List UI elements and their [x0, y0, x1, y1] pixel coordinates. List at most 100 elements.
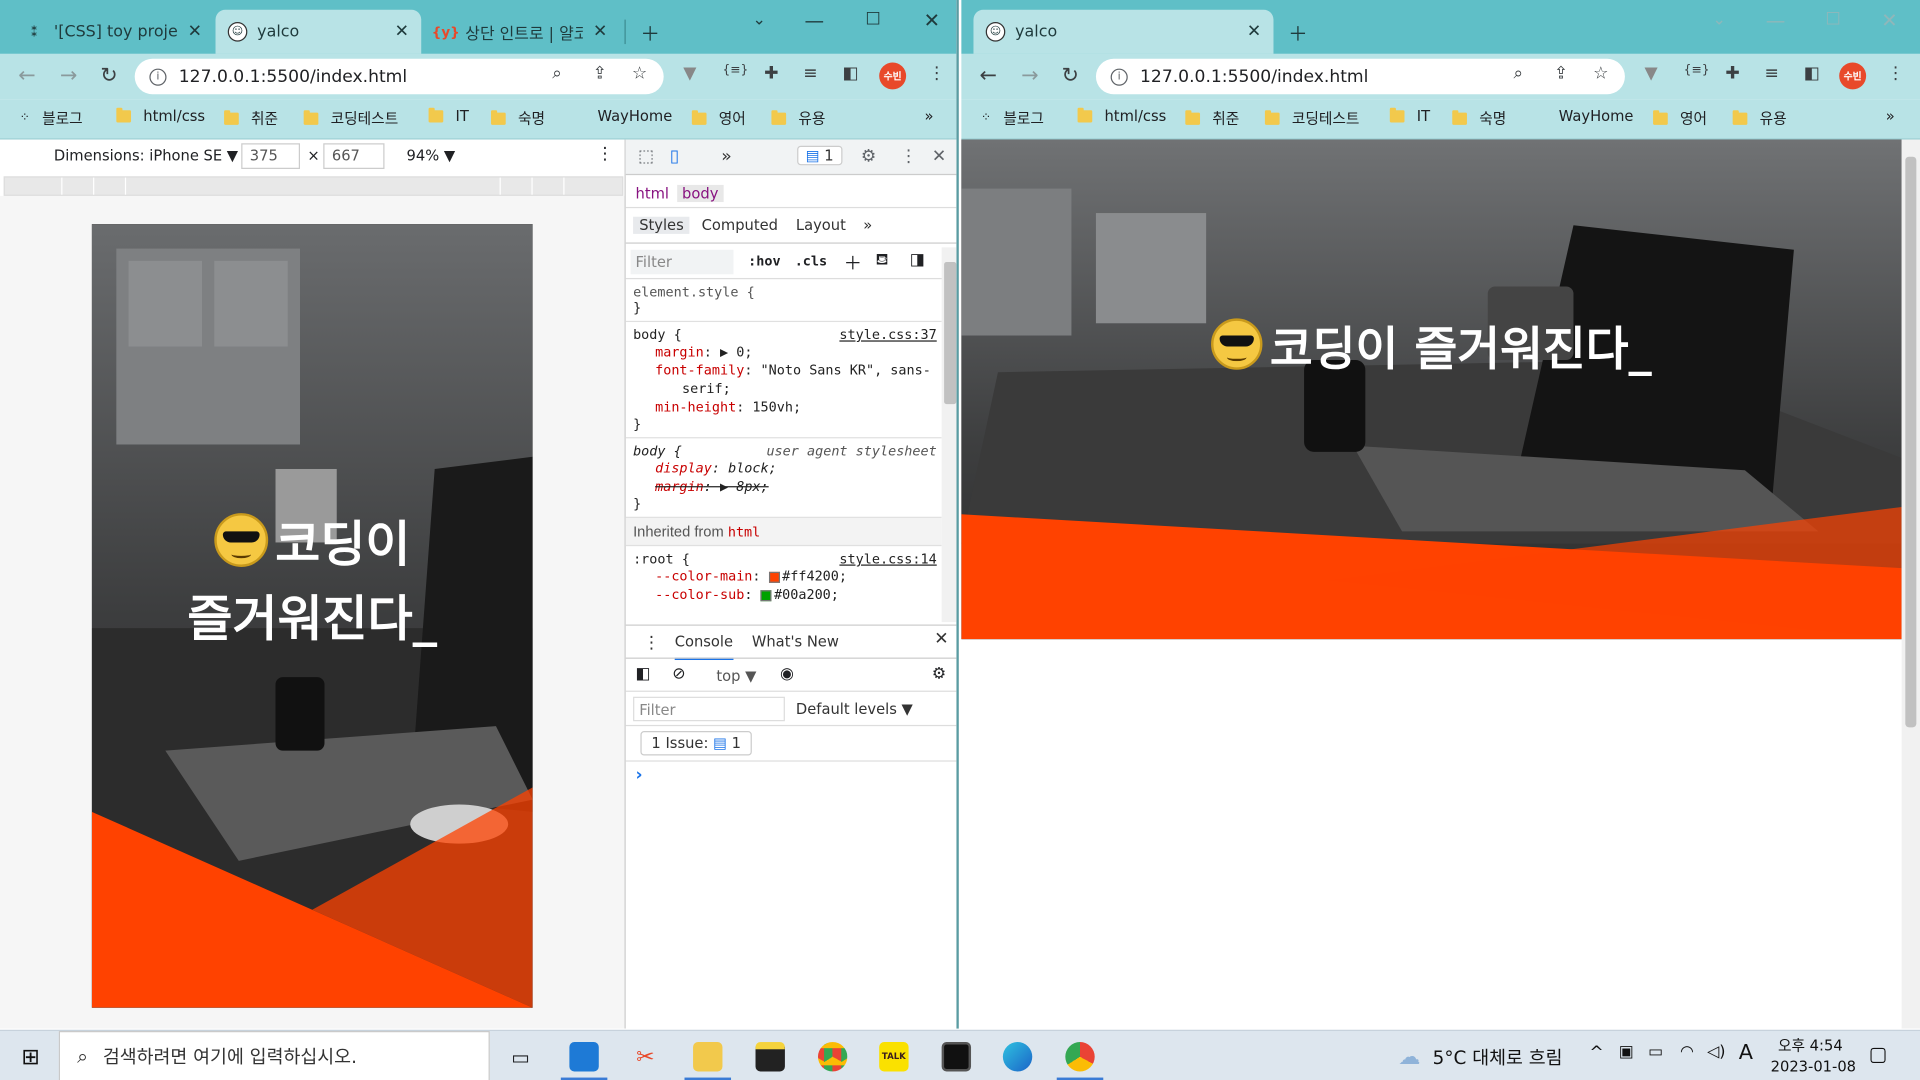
tab-css-toy-project[interactable]: ⁑ '[CSS] toy project ✕ [12, 10, 214, 54]
taskbar-search-box[interactable]: ⌕ 검색하려면 여기에 입력하십시오. [58, 1031, 490, 1080]
zoom-selector[interactable]: 94% ▼ [407, 147, 456, 164]
extension-json-icon[interactable]: {≡} [722, 64, 748, 77]
show-hidden-icons-icon[interactable]: ^ [1589, 1043, 1603, 1063]
tab-more[interactable]: » [863, 217, 872, 234]
styles-scrollbar[interactable] [941, 247, 957, 623]
sticky-notes-icon[interactable] [752, 1041, 789, 1073]
bookmark-coding-test[interactable]: 코딩테스트 [303, 108, 398, 129]
tab-yalco[interactable]: ☺ yalco ✕ [215, 9, 422, 54]
paint-icon[interactable]: ⛾ [876, 251, 889, 272]
reading-list-icon[interactable]: ≡ [1765, 64, 1779, 84]
new-tab-button[interactable]: ＋ [1280, 20, 1317, 45]
ime-indicator[interactable]: A [1739, 1041, 1753, 1065]
tab-search-icon[interactable]: ⌄ [1701, 7, 1738, 31]
device-toggle-icon[interactable]: ▯ [670, 147, 679, 167]
color-swatch-main[interactable] [768, 571, 780, 583]
console-sidebar-icon[interactable]: ◧ [636, 665, 651, 683]
settings-gear-icon[interactable]: ⚙ [861, 147, 876, 167]
tab-computed[interactable]: Computed [702, 217, 778, 234]
bookmark-sookmyung[interactable]: 숙명 [491, 108, 545, 129]
console-filter-input[interactable]: Filter [633, 696, 785, 722]
tab-layout[interactable]: Layout [796, 217, 846, 234]
side-panel-icon[interactable]: ◧ [842, 64, 858, 84]
inspect-element-icon[interactable]: ⬚ [638, 147, 654, 167]
live-expression-eye-icon[interactable]: ◉ [780, 665, 794, 683]
back-icon[interactable]: ← [973, 61, 1002, 90]
volume-icon[interactable]: ◁) [1707, 1043, 1725, 1061]
reload-icon[interactable]: ↻ [1056, 61, 1085, 90]
close-tab-icon[interactable]: ✕ [395, 22, 409, 42]
tab-whats-new[interactable]: What's New [752, 633, 839, 650]
close-devtools-icon[interactable]: ✕ [932, 147, 946, 167]
forward-icon[interactable]: → [54, 61, 83, 90]
extensions-puzzle-icon[interactable]: ✚ [1725, 64, 1739, 84]
bookmark-html-css[interactable]: html/css [116, 107, 205, 125]
device-selector[interactable]: Dimensions: iPhone SE ▼ [54, 147, 238, 164]
share-icon[interactable]: ⇪ [1554, 64, 1568, 84]
extension-json-icon[interactable]: {≡} [1684, 64, 1710, 77]
devtools-menu-icon[interactable]: ⋮ [900, 147, 917, 167]
more-tabs-icon[interactable]: » [721, 147, 732, 167]
console-settings-icon[interactable]: ⚙ [932, 665, 946, 683]
file-explorer-icon[interactable] [689, 1041, 726, 1073]
bookmark-blog[interactable]: ⁘ 블로그 [981, 108, 1044, 129]
extension-v-icon[interactable]: ▼ [683, 64, 696, 84]
more-options-icon[interactable]: ⋮ [596, 144, 613, 164]
bookmarks-overflow-icon[interactable]: » [1886, 108, 1895, 125]
extension-v-icon[interactable]: ▼ [1645, 64, 1658, 84]
profile-avatar[interactable]: 수빈 [879, 62, 907, 90]
log-levels-selector[interactable]: Default levels ▼ [796, 700, 913, 717]
maximize-button[interactable]: ☐ [1815, 7, 1852, 31]
zoom-icon[interactable]: ⌕ [1513, 64, 1523, 84]
device-width-input[interactable]: 375 [241, 143, 301, 169]
bookmarks-overflow-icon[interactable]: » [924, 108, 933, 125]
weather-text[interactable]: 5°C 대체로 흐림 [1433, 1044, 1563, 1070]
breadcrumb-body[interactable]: body [677, 184, 724, 203]
address-bar[interactable]: i 127.0.0.1:5500/index.html [1095, 58, 1625, 95]
clock-time[interactable]: 오후 4:54 [1778, 1035, 1843, 1056]
tab-intro-yalco[interactable]: {y} 상단 인트로 | 얄코 ✕ [424, 10, 620, 54]
console-prompt[interactable]: › [636, 765, 643, 785]
clear-console-icon[interactable]: ⊘ [672, 665, 685, 683]
tab-search-icon[interactable]: ⌄ [741, 7, 778, 31]
bookmark-it[interactable]: IT [428, 107, 469, 125]
drawer-menu-icon[interactable]: ⋮ [643, 633, 660, 653]
kakaotalk-icon[interactable]: TALK [876, 1041, 913, 1073]
bookmark-wayhome[interactable]: WayHome [598, 108, 673, 125]
close-window-button[interactable]: ✕ [1871, 7, 1908, 31]
tab-console[interactable]: Console [674, 633, 734, 661]
profile-avatar[interactable]: 수빈 [1839, 62, 1867, 90]
chrome-icon[interactable] [814, 1041, 851, 1073]
weather-cloud-icon[interactable]: ☁ [1393, 1041, 1425, 1073]
extensions-puzzle-icon[interactable]: ✚ [764, 64, 778, 84]
bookmark-it[interactable]: IT [1389, 107, 1430, 125]
star-icon[interactable]: ☆ [1593, 64, 1608, 84]
bookmark-job[interactable]: 취준 [224, 108, 278, 129]
bookmark-english[interactable]: 영어 [1653, 108, 1707, 129]
meet-now-icon[interactable]: ▣ [1619, 1043, 1634, 1061]
new-rule-icon[interactable]: ＋ [844, 250, 862, 276]
edge-icon[interactable] [999, 1041, 1036, 1073]
battery-icon[interactable]: ▭ [1648, 1043, 1663, 1061]
hov-toggle[interactable]: :hov [748, 253, 780, 269]
clock-date[interactable]: 2023-01-08 [1771, 1058, 1856, 1075]
bookmark-wayhome[interactable]: WayHome [1559, 108, 1634, 125]
page-scrollbar[interactable] [1901, 139, 1920, 1029]
color-swatch-sub[interactable] [760, 589, 772, 601]
windows-start-icon[interactable]: ⊞ [15, 1041, 47, 1073]
context-selector[interactable]: top ▼ [716, 667, 756, 684]
site-info-icon[interactable]: i [149, 67, 167, 86]
device-height-input[interactable]: 667 [323, 143, 385, 169]
close-tab-icon[interactable]: ✕ [593, 22, 607, 42]
cls-toggle[interactable]: .cls [795, 253, 827, 269]
share-icon[interactable]: ⇪ [593, 64, 607, 84]
task-view-icon[interactable]: ▭ [504, 1041, 536, 1073]
tab-styles[interactable]: Styles [633, 216, 690, 234]
rule-source-link[interactable]: style.css:14 [839, 551, 936, 567]
minimize-button[interactable]: — [796, 7, 833, 31]
back-icon[interactable]: ← [12, 61, 41, 90]
bookmark-useful[interactable]: 유용 [1732, 108, 1787, 129]
chrome-profile-icon[interactable] [1062, 1041, 1099, 1073]
star-icon[interactable]: ☆ [632, 64, 647, 84]
tab-yalco[interactable]: ☺ yalco ✕ [973, 9, 1274, 54]
